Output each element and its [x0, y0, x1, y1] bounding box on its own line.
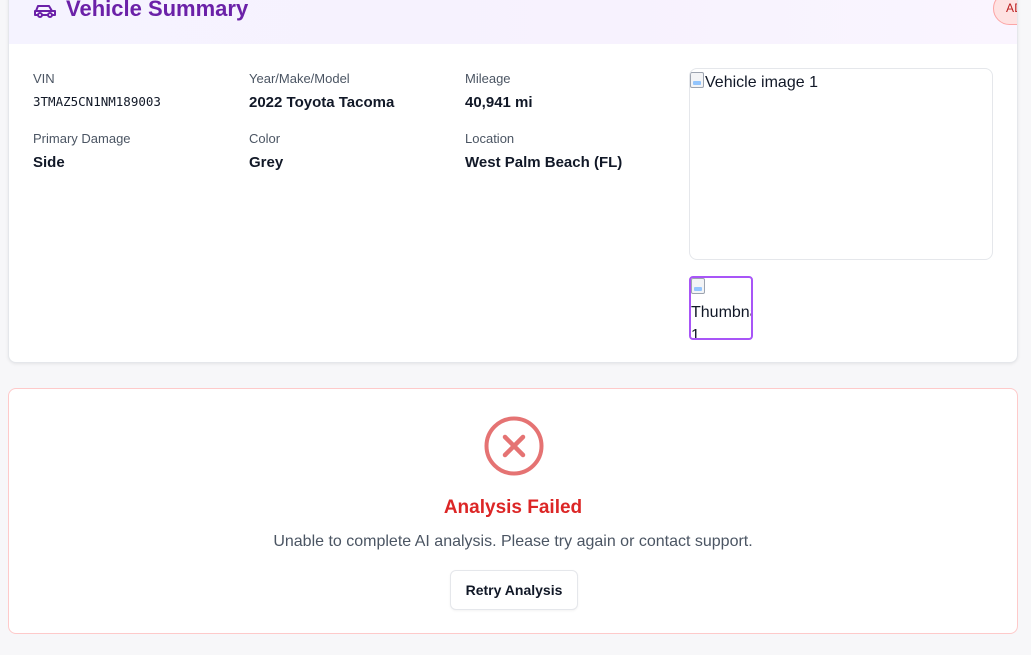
analysis-failed-message: Unable to complete AI analysis. Please t… [273, 533, 753, 550]
retry-analysis-button[interactable]: Retry Analysis [450, 570, 578, 610]
location-label: Location [465, 131, 515, 146]
thumbnail-alt-text: Thumbnail 1 [691, 304, 751, 340]
mileage-label: Mileage [465, 71, 511, 86]
mileage-value: 40,941 mi [465, 94, 533, 111]
mileage-field: Mileage 40,941 mi [465, 71, 533, 112]
color-value: Grey [249, 154, 284, 171]
broken-image-icon [690, 72, 704, 88]
color-field: Color Grey [249, 131, 283, 172]
analysis-failed-title: Analysis Failed [443, 497, 583, 518]
location-field: Location West Palm Beach (FL) [465, 131, 622, 172]
vehicle-main-image[interactable]: Vehicle image 1 [689, 68, 993, 260]
vin-field: VIN 3TMAZ5CN1NM189003 [33, 71, 161, 111]
primary-damage-field: Primary Damage Side [33, 131, 131, 172]
page: Vehicle Summary ADMIN VIN 3TMAZ5CN1NM189… [0, 0, 1031, 655]
year-make-model-label: Year/Make/Model [249, 71, 350, 86]
error-x-icon [484, 416, 544, 476]
vehicle-summary-card: Vehicle Summary ADMIN VIN 3TMAZ5CN1NM189… [8, 0, 1018, 363]
main-image-alt-text: Vehicle image 1 [705, 74, 818, 91]
thumbnail-1[interactable]: Thumbnail 1 [689, 276, 753, 340]
admin-badge[interactable]: ADMIN [993, 0, 1017, 25]
year-make-model-value: 2022 Toyota Tacoma [249, 94, 395, 111]
broken-image-icon [691, 278, 705, 294]
primary-damage-label: Primary Damage [33, 131, 131, 146]
car-icon [34, 5, 56, 18]
location-value: West Palm Beach (FL) [465, 154, 623, 171]
card-header: Vehicle Summary ADMIN [9, 0, 1017, 44]
analysis-failed-card: Analysis Failed Unable to complete AI an… [8, 388, 1018, 634]
vin-label: VIN [33, 71, 55, 86]
page-title: Vehicle Summary [66, 0, 249, 21]
color-label: Color [249, 131, 281, 146]
primary-damage-value: Side [33, 154, 65, 171]
vin-value: 3TMAZ5CN1NM189003 [33, 94, 161, 109]
year-make-model-field: Year/Make/Model 2022 Toyota Tacoma [249, 71, 394, 112]
